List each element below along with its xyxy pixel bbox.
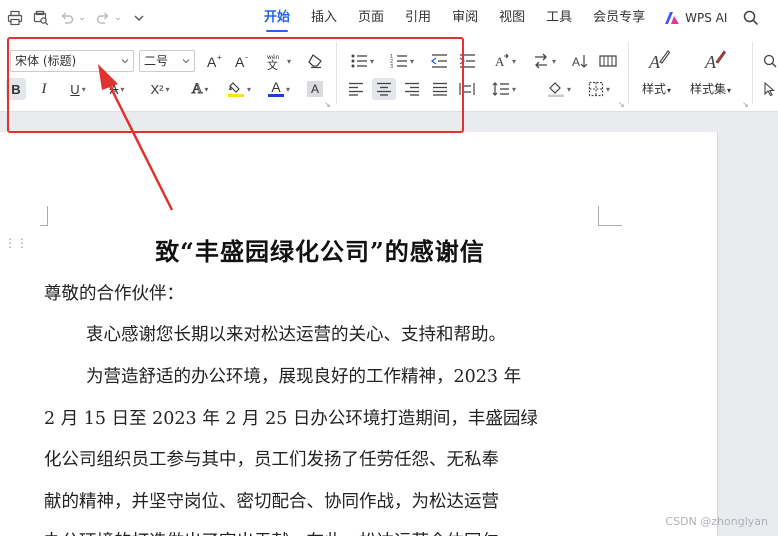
style-set-label: 样式集 [690, 82, 727, 96]
top-menu-bar: ⌄ ⌄ 开始 插入 页面 引用 审阅 视图 工具 会员专享 WPS AI [0, 0, 778, 36]
style-set-button[interactable]: 样式集▾ [690, 80, 731, 97]
select-icon[interactable] [762, 78, 778, 100]
style-label: 样式 [642, 82, 667, 96]
tab-member[interactable]: 会员专享 [593, 0, 645, 36]
style-set-icon[interactable]: A [700, 46, 730, 74]
print-icon[interactable] [4, 7, 26, 29]
ribbon-separator [752, 42, 753, 104]
chevron-down-icon: ▾ [511, 56, 516, 66]
style-dialog-launcher-icon[interactable]: ↘ [742, 100, 749, 109]
paint-bucket-icon [547, 82, 564, 97]
paragraph-dialog-launcher-icon[interactable]: ↘ [618, 100, 625, 109]
annotation-highlight-box [7, 37, 464, 133]
chevron-down-icon: ▾ [727, 86, 732, 95]
tab-tools[interactable]: 工具 [546, 0, 572, 36]
chevron-down-icon: ▾ [566, 84, 571, 94]
redo-dropdown-icon[interactable]: ⌄ [114, 13, 122, 23]
undo-icon[interactable] [56, 7, 78, 29]
line-spacing-icon [492, 82, 509, 96]
undo-dropdown-icon[interactable]: ⌄ [78, 13, 86, 23]
show-marks-icon[interactable] [596, 50, 620, 72]
document-paragraph-line: 2 月 15 日至 2023 年 2 月 25 日办公环境打造期间，丰盛园绿 [44, 409, 538, 429]
watermark: CSDN @zhonglyan [665, 515, 768, 528]
svg-text:A: A [704, 52, 717, 72]
document-paragraph-line: 化公司组织员工参与其中，员工们发扬了任劳任怨、无私奉 [44, 450, 499, 470]
tab-review[interactable]: 审阅 [452, 0, 478, 36]
chevron-down-icon: ▾ [511, 84, 516, 94]
document-title: 致“丰盛园绿化公司”的感谢信 [155, 237, 485, 266]
document-salutation: 尊敬的合作伙伴： [44, 284, 184, 304]
main-menu: 开始 插入 页面 引用 审阅 视图 工具 会员专享 WPS AI [264, 0, 761, 36]
tab-insert[interactable]: 插入 [311, 0, 337, 36]
svg-text:A: A [572, 55, 580, 69]
shading-button[interactable]: ▾ [544, 78, 574, 100]
document-paragraph-line: 衷心感谢您长期以来对松达运营的关心、支持和帮助。 [86, 325, 506, 345]
find-icon[interactable] [762, 50, 778, 72]
document-paragraph-line: 办公环境的打造做出了突出贡献。在此，松达运营全体同仁 [44, 528, 499, 536]
borders-button[interactable]: ▾ [584, 78, 614, 100]
chevron-down-icon: ▾ [551, 56, 556, 66]
tab-view[interactable]: 视图 [499, 0, 525, 36]
text-direction-button[interactable]: A ▾ [488, 50, 520, 72]
tab-references[interactable]: 引用 [405, 0, 431, 36]
text-direction-icon: A [495, 53, 509, 69]
svg-text:A: A [495, 54, 505, 69]
svg-text:A: A [648, 52, 661, 72]
crop-mark [40, 206, 48, 226]
tab-home[interactable]: 开始 [264, 0, 290, 36]
chevron-down-icon: ▾ [667, 86, 672, 95]
wps-ai-label: WPS AI [685, 11, 728, 25]
print-preview-icon[interactable] [30, 7, 52, 29]
sort-icon [534, 53, 547, 69]
chevron-down-icon: ▾ [605, 84, 610, 94]
border-icon [588, 81, 604, 97]
sort-button[interactable]: ▾ [528, 50, 560, 72]
ascending-sort-icon[interactable]: A [568, 50, 592, 72]
quick-access-toolbar: ⌄ ⌄ [0, 0, 154, 36]
document-paragraph-line: 为营造舒适的办公环境，展现良好的工作精神，2023 年 [86, 367, 522, 387]
wps-ai-button[interactable]: WPS AI [664, 11, 727, 25]
chevron-down-icon[interactable] [128, 7, 150, 29]
tab-page[interactable]: 页面 [358, 0, 384, 36]
search-icon[interactable] [741, 8, 761, 28]
wps-ai-logo-icon [664, 11, 680, 25]
document-paragraph-line: 献的精神，并坚守岗位、密切配合、协同作战，为松达运营 [44, 492, 499, 512]
redo-icon[interactable] [92, 7, 114, 29]
style-icon[interactable]: A [644, 46, 674, 74]
ribbon-separator [628, 42, 629, 104]
crop-mark [598, 206, 622, 226]
style-button[interactable]: 样式▾ [642, 80, 671, 97]
line-spacing-button[interactable]: ▾ [488, 78, 520, 100]
